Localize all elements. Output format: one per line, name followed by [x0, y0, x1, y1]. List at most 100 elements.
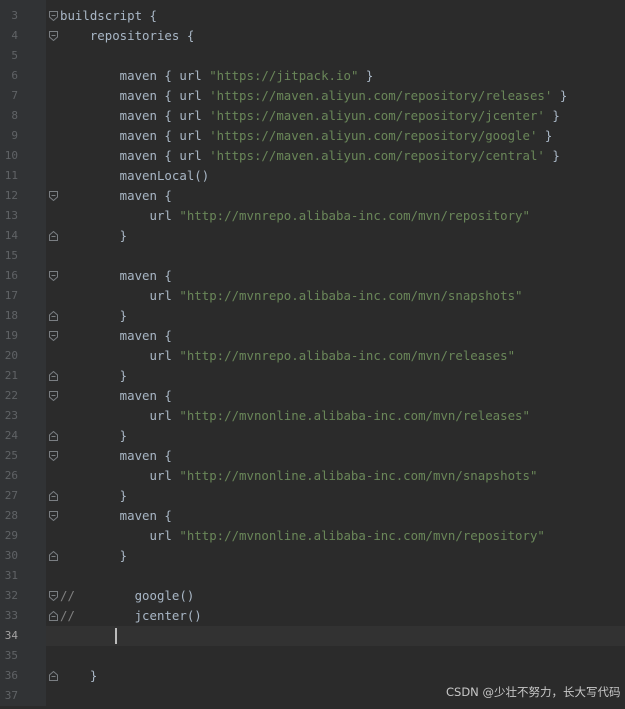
fold-expand-icon[interactable]	[49, 31, 58, 41]
code-line[interactable]: 23 url "http://mvnonline.alibaba-inc.com…	[0, 406, 625, 426]
fold-end-icon[interactable]	[49, 671, 58, 681]
line-number: 13	[4, 209, 18, 222]
code-line[interactable]: 7 maven { url 'https://maven.aliyun.com/…	[0, 86, 625, 106]
code-line[interactable]: 35	[0, 646, 625, 666]
code-token: maven {	[60, 508, 172, 523]
code-line[interactable]: 16 maven {	[0, 266, 625, 286]
code-line[interactable]: 11 mavenLocal()	[0, 166, 625, 186]
code-line[interactable]: 33 // jcenter()	[0, 606, 625, 626]
line-gutter: 35	[0, 646, 46, 666]
code-token: }	[552, 88, 568, 103]
code-line[interactable]: 24 }	[0, 426, 625, 446]
code-line[interactable]: 9 maven { url 'https://maven.aliyun.com/…	[0, 126, 625, 146]
code-line[interactable]: 31	[0, 566, 625, 586]
fold-end-icon[interactable]	[49, 611, 58, 621]
code-line[interactable]: 25 maven {	[0, 446, 625, 466]
code-line[interactable]: 22 maven {	[0, 386, 625, 406]
watermark: CSDN @少壮不努力，长大写代码	[446, 685, 621, 699]
line-gutter: 27	[0, 486, 46, 506]
code-line[interactable]: 26 url "http://mvnonline.alibaba-inc.com…	[0, 466, 625, 486]
code-line[interactable]: 19 maven {	[0, 326, 625, 346]
code-text: // google()	[60, 586, 194, 606]
code-token: maven { url	[60, 68, 210, 83]
line-number: 21	[4, 369, 18, 382]
line-number: 16	[4, 269, 18, 282]
fold-end-icon[interactable]	[49, 311, 58, 321]
code-line[interactable]: 10 maven { url 'https://maven.aliyun.com…	[0, 146, 625, 166]
string-literal: 'https://maven.aliyun.com/repository/cen…	[209, 148, 545, 163]
code-line[interactable]: 27 }	[0, 486, 625, 506]
code-line[interactable]: 30 }	[0, 546, 625, 566]
code-token: }	[358, 68, 374, 83]
line-number: 8	[11, 109, 18, 122]
fold-expand-icon[interactable]	[49, 271, 58, 281]
fold-end-icon[interactable]	[49, 431, 58, 441]
code-line[interactable]: 14 }	[0, 226, 625, 246]
fold-end-icon[interactable]	[49, 551, 58, 561]
code-token: url	[60, 528, 180, 543]
line-gutter: 36	[0, 666, 46, 686]
code-line[interactable]: 32 // google()	[0, 586, 625, 606]
code-text: maven {	[60, 186, 172, 206]
code-line[interactable]: 36 }	[0, 666, 625, 686]
fold-expand-icon[interactable]	[49, 331, 58, 341]
code-editor[interactable]: 23 buildscript {4 repositories {5 6 maven …	[0, 0, 625, 706]
code-line[interactable]: 34	[0, 626, 625, 646]
line-gutter: 8	[0, 106, 46, 126]
string-literal: "https://jitpack.io"	[209, 68, 359, 83]
line-number: 20	[4, 349, 18, 362]
code-line[interactable]: 4 repositories {	[0, 26, 625, 46]
line-gutter: 18	[0, 306, 46, 326]
code-token: }	[537, 128, 553, 143]
line-number: 25	[4, 449, 18, 462]
fold-expand-icon[interactable]	[49, 451, 58, 461]
code-token: }	[60, 488, 128, 503]
code-line[interactable]: 15	[0, 246, 625, 266]
code-line[interactable]: 8 maven { url 'https://maven.aliyun.com/…	[0, 106, 625, 126]
code-line[interactable]: 28 maven {	[0, 506, 625, 526]
code-text: }	[60, 546, 127, 566]
line-number: 4	[11, 29, 18, 42]
fold-expand-icon[interactable]	[49, 11, 58, 21]
code-line[interactable]: 12 maven {	[0, 186, 625, 206]
code-line[interactable]: 18 }	[0, 306, 625, 326]
code-token: maven {	[60, 268, 172, 283]
code-line[interactable]: 3 buildscript {	[0, 6, 625, 26]
line-gutter: 24	[0, 426, 46, 446]
code-text: url "http://mvnrepo.alibaba-inc.com/mvn/…	[60, 286, 523, 306]
comment-token: //	[60, 588, 75, 603]
line-number: 27	[4, 489, 18, 502]
code-token: google()	[74, 588, 195, 603]
fold-expand-icon[interactable]	[49, 591, 58, 601]
code-line[interactable]: 21 }	[0, 366, 625, 386]
code-text: mavenLocal()	[60, 166, 210, 186]
fold-expand-icon[interactable]	[49, 191, 58, 201]
string-literal: "http://mvnonline.alibaba-inc.com/mvn/sn…	[179, 468, 538, 483]
code-line[interactable]: 6 maven { url "https://jitpack.io" }	[0, 66, 625, 86]
line-number: 29	[4, 529, 18, 542]
fold-end-icon[interactable]	[49, 491, 58, 501]
fold-end-icon[interactable]	[49, 231, 58, 241]
fold-expand-icon[interactable]	[49, 511, 58, 521]
code-line[interactable]: 17 url "http://mvnrepo.alibaba-inc.com/m…	[0, 286, 625, 306]
code-token: jcenter()	[74, 608, 202, 623]
code-token: }	[60, 368, 128, 383]
code-line[interactable]: 13 url "http://mvnrepo.alibaba-inc.com/m…	[0, 206, 625, 226]
line-gutter: 13	[0, 206, 46, 226]
code-token: maven { url	[60, 88, 210, 103]
line-gutter: 19	[0, 326, 46, 346]
line-gutter: 23	[0, 406, 46, 426]
code-line[interactable]: 5	[0, 46, 625, 66]
line-number: 18	[4, 309, 18, 322]
line-gutter: 7	[0, 86, 46, 106]
code-text: url "http://mvnrepo.alibaba-inc.com/mvn/…	[60, 346, 516, 366]
line-number: 11	[4, 169, 18, 182]
line-number: 19	[4, 329, 18, 342]
code-line[interactable]: 20 url "http://mvnrepo.alibaba-inc.com/m…	[0, 346, 625, 366]
code-line[interactable]: 29 url "http://mvnonline.alibaba-inc.com…	[0, 526, 625, 546]
line-number: 31	[4, 569, 18, 582]
fold-end-icon[interactable]	[49, 371, 58, 381]
fold-expand-icon[interactable]	[49, 391, 58, 401]
line-gutter: 37	[0, 686, 46, 706]
code-token: maven { url	[60, 148, 210, 163]
